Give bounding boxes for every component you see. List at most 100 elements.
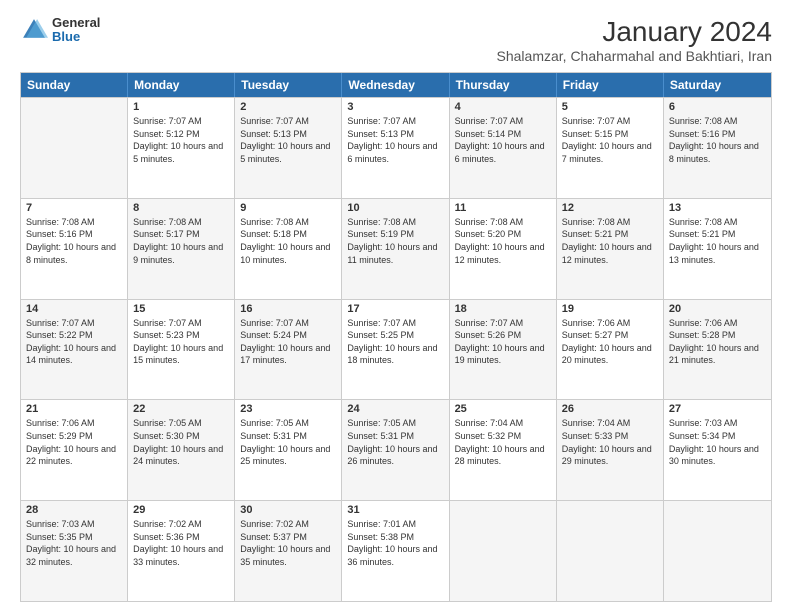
daylight-text: Daylight: 10 hours and 5 minutes. xyxy=(240,140,336,165)
daylight-text: Daylight: 10 hours and 21 minutes. xyxy=(669,342,766,367)
sunrise-text: Sunrise: 7:04 AM xyxy=(455,417,551,430)
cal-cell: 17Sunrise: 7:07 AMSunset: 5:25 PMDayligh… xyxy=(342,300,449,400)
day-number: 21 xyxy=(26,403,122,415)
cal-cell: 5Sunrise: 7:07 AMSunset: 5:15 PMDaylight… xyxy=(557,98,664,198)
sunset-text: Sunset: 5:15 PM xyxy=(562,128,658,141)
day-number: 7 xyxy=(26,202,122,214)
cal-cell: 25Sunrise: 7:04 AMSunset: 5:32 PMDayligh… xyxy=(450,400,557,500)
sunset-text: Sunset: 5:31 PM xyxy=(240,430,336,443)
daylight-text: Daylight: 10 hours and 35 minutes. xyxy=(240,543,336,568)
sunset-text: Sunset: 5:25 PM xyxy=(347,329,443,342)
cal-week-2: 7Sunrise: 7:08 AMSunset: 5:16 PMDaylight… xyxy=(21,198,771,299)
daylight-text: Daylight: 10 hours and 5 minutes. xyxy=(133,140,229,165)
daylight-text: Daylight: 10 hours and 12 minutes. xyxy=(562,241,658,266)
day-number: 24 xyxy=(347,403,443,415)
day-number: 11 xyxy=(455,202,551,214)
sunrise-text: Sunrise: 7:08 AM xyxy=(455,216,551,229)
daylight-text: Daylight: 10 hours and 8 minutes. xyxy=(669,140,766,165)
cal-week-4: 21Sunrise: 7:06 AMSunset: 5:29 PMDayligh… xyxy=(21,399,771,500)
daylight-text: Daylight: 10 hours and 6 minutes. xyxy=(455,140,551,165)
subtitle: Shalamzar, Chaharmahal and Bakhtiari, Ir… xyxy=(497,48,772,64)
cal-cell: 14 Sunrise: 7:07 AMSunset: 5:22 PMDayligh… xyxy=(21,300,128,400)
cal-week-1: 1Sunrise: 7:07 AMSunset: 5:12 PMDaylight… xyxy=(21,97,771,198)
sunrise-text: Sunrise: 7:05 AM xyxy=(240,417,336,430)
day-number: 2 xyxy=(240,101,336,113)
sunset-text: Sunset: 5:22 PM xyxy=(26,329,122,342)
sunset-text: Sunset: 5:20 PM xyxy=(455,228,551,241)
day-number: 20 xyxy=(669,303,766,315)
cal-cell xyxy=(664,501,771,601)
daylight-text: Daylight: 10 hours and 22 minutes. xyxy=(26,443,122,468)
cal-cell: 10Sunrise: 7:08 AMSunset: 5:19 PMDayligh… xyxy=(342,199,449,299)
daylight-text: Daylight: 10 hours and 12 minutes. xyxy=(455,241,551,266)
day-number: 31 xyxy=(347,504,443,516)
day-number: 3 xyxy=(347,101,443,113)
sunrise-text: Sunrise: 7:07 AM xyxy=(133,115,229,128)
sunrise-text: Sunrise: 7:03 AM xyxy=(669,417,766,430)
sunset-text: Sunset: 5:13 PM xyxy=(347,128,443,141)
day-number: 4 xyxy=(455,101,551,113)
cal-cell: 8Sunrise: 7:08 AMSunset: 5:17 PMDaylight… xyxy=(128,199,235,299)
sunset-text: Sunset: 5:34 PM xyxy=(669,430,766,443)
cal-header-sunday: Sunday xyxy=(21,73,128,97)
daylight-text: Daylight: 10 hours and 13 minutes. xyxy=(669,241,766,266)
calendar-header: SundayMondayTuesdayWednesdayThursdayFrid… xyxy=(21,73,771,97)
sunrise-text: Sunrise: 7:08 AM xyxy=(669,216,766,229)
cal-cell xyxy=(450,501,557,601)
day-number: 18 xyxy=(455,303,551,315)
daylight-text: Daylight: 10 hours and 26 minutes. xyxy=(347,443,443,468)
sunset-text: Sunset: 5:31 PM xyxy=(347,430,443,443)
day-number: 16 xyxy=(240,303,336,315)
day-number: 14 xyxy=(26,303,122,315)
cal-header-monday: Monday xyxy=(128,73,235,97)
cal-cell: 30Sunrise: 7:02 AMSunset: 5:37 PMDayligh… xyxy=(235,501,342,601)
sunrise-text: Sunrise: 7:07 AM xyxy=(562,115,658,128)
sunrise-text: Sunrise: 7:07 AM xyxy=(347,115,443,128)
cal-week-3: 14Sunrise: 7:07 AMSunset: 5:22 PMDayligh… xyxy=(21,299,771,400)
day-number: 17 xyxy=(347,303,443,315)
daylight-text: Daylight: 10 hours and 33 minutes. xyxy=(133,543,229,568)
sunset-text: Sunset: 5:28 PM xyxy=(669,329,766,342)
cal-cell: 20Sunrise: 7:06 AMSunset: 5:28 PMDayligh… xyxy=(664,300,771,400)
sunrise-text: Sunrise: 7:07 AM xyxy=(240,115,336,128)
daylight-text: Daylight: 10 hours and 25 minutes. xyxy=(240,443,336,468)
cal-cell: 22Sunrise: 7:05 AMSunset: 5:30 PMDayligh… xyxy=(128,400,235,500)
sunrise-text: Sunrise: 7:07 AM xyxy=(26,317,122,330)
cal-cell: 23Sunrise: 7:05 AMSunset: 5:31 PMDayligh… xyxy=(235,400,342,500)
cal-cell: 11 Sunrise: 7:08 AMSunset: 5:20 PMDayligh… xyxy=(450,199,557,299)
sunrise-text: Sunrise: 7:05 AM xyxy=(133,417,229,430)
daylight-text: Daylight: 10 hours and 10 minutes. xyxy=(240,241,336,266)
sunset-text: Sunset: 5:12 PM xyxy=(133,128,229,141)
day-number: 26 xyxy=(562,403,658,415)
sunrise-text: Sunrise: 7:08 AM xyxy=(240,216,336,229)
day-number: 29 xyxy=(133,504,229,516)
daylight-text: Daylight: 10 hours and 24 minutes. xyxy=(133,443,229,468)
cal-header-tuesday: Tuesday xyxy=(235,73,342,97)
header: General Blue January 2024 Shalamzar, Cha… xyxy=(20,16,772,64)
cal-header-saturday: Saturday xyxy=(664,73,771,97)
sunrise-text: Sunrise: 7:07 AM xyxy=(240,317,336,330)
sunset-text: Sunset: 5:27 PM xyxy=(562,329,658,342)
daylight-text: Daylight: 10 hours and 18 minutes. xyxy=(347,342,443,367)
cal-cell: 21Sunrise: 7:06 AMSunset: 5:29 PMDayligh… xyxy=(21,400,128,500)
daylight-text: Daylight: 10 hours and 17 minutes. xyxy=(240,342,336,367)
calendar: SundayMondayTuesdayWednesdayThursdayFrid… xyxy=(20,72,772,602)
day-number: 8 xyxy=(133,202,229,214)
cal-header-thursday: Thursday xyxy=(450,73,557,97)
main-title: January 2024 xyxy=(497,16,772,48)
sunset-text: Sunset: 5:21 PM xyxy=(562,228,658,241)
cal-cell: 26Sunrise: 7:04 AMSunset: 5:33 PMDayligh… xyxy=(557,400,664,500)
cal-header-friday: Friday xyxy=(557,73,664,97)
sunset-text: Sunset: 5:36 PM xyxy=(133,531,229,544)
sunrise-text: Sunrise: 7:02 AM xyxy=(133,518,229,531)
daylight-text: Daylight: 10 hours and 14 minutes. xyxy=(26,342,122,367)
day-number: 1 xyxy=(133,101,229,113)
daylight-text: Daylight: 10 hours and 28 minutes. xyxy=(455,443,551,468)
sunset-text: Sunset: 5:24 PM xyxy=(240,329,336,342)
day-number: 27 xyxy=(669,403,766,415)
daylight-text: Daylight: 10 hours and 7 minutes. xyxy=(562,140,658,165)
sunset-text: Sunset: 5:14 PM xyxy=(455,128,551,141)
title-block: January 2024 Shalamzar, Chaharmahal and … xyxy=(497,16,772,64)
sunset-text: Sunset: 5:17 PM xyxy=(133,228,229,241)
sunrise-text: Sunrise: 7:02 AM xyxy=(240,518,336,531)
